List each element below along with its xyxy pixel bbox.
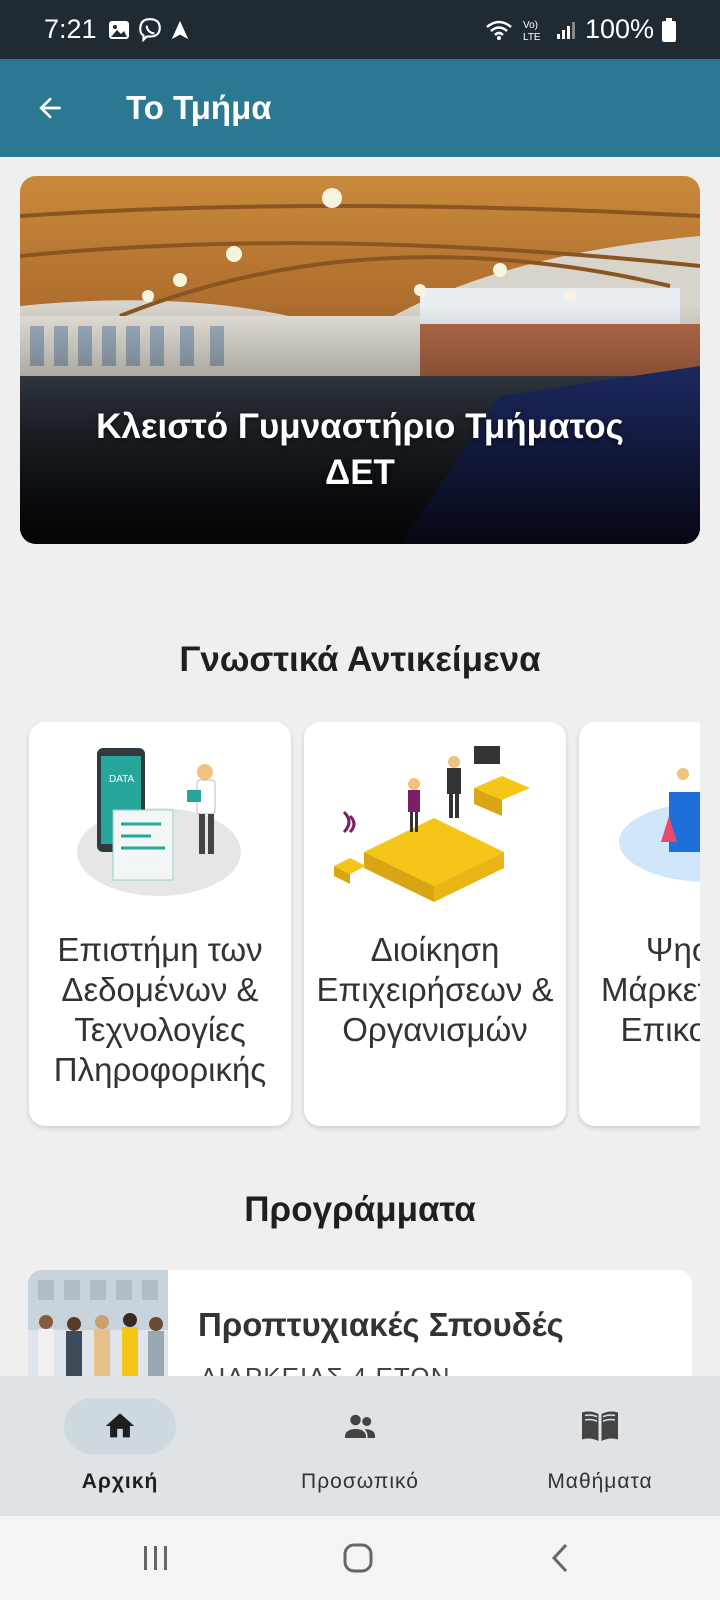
recents-button[interactable]: [126, 1536, 186, 1580]
nav-label-courses: Μαθήματα: [547, 1470, 653, 1493]
nav-home[interactable]: Αρχική: [20, 1398, 220, 1508]
nav-label-home: Αρχική: [81, 1470, 159, 1493]
page-title: Το Τμήμα: [126, 89, 272, 126]
gallery-icon: [108, 20, 129, 39]
programs-title: Προγράμματα: [244, 1190, 476, 1229]
recents-icon: [144, 1546, 167, 1570]
system-back-button[interactable]: [530, 1536, 590, 1580]
marketing-illustration: [619, 768, 700, 882]
battery-percent: 100%: [584, 14, 654, 44]
back-chevron-icon: [551, 1543, 568, 1573]
bottom-navigation: Αρχική Προσωπικό Μαθήματα: [0, 1376, 720, 1516]
data-badge: DATA: [109, 774, 135, 785]
nav-courses[interactable]: Μαθήματα: [500, 1398, 700, 1508]
home-circle-icon: [343, 1543, 373, 1573]
subject-card-marketing[interactable]: Ψηφιακό Μάρκετινγκ και Επικοινωνία: [579, 722, 700, 1126]
battery-icon: [662, 17, 676, 42]
home-icon: [105, 1413, 135, 1438]
viber-icon: [138, 17, 161, 42]
subject-card-business[interactable]: Διοίκηση Επιχειρήσεων & Οργανισμών: [304, 722, 566, 1126]
app-bar: Το Τμήμα: [0, 59, 720, 157]
svg-text:Vo): Vo): [523, 20, 538, 31]
back-button[interactable]: [22, 80, 78, 136]
system-home-button[interactable]: [328, 1536, 388, 1580]
business-illustration: [334, 746, 530, 902]
program-card-undergraduate[interactable]: Προπτυχιακές Σπουδές ΔΙΑΡΚΕΙΑΣ 4 ΕΤΩΝ: [28, 1270, 692, 1380]
status-bar: 7:21 Vo) LTE 100%: [0, 0, 720, 59]
navigation-icon: [171, 20, 188, 39]
subject-card-data-science[interactable]: DATA Επιστήμη των Δεδομένων & Τεχνολογίε…: [29, 722, 291, 1126]
people-icon: [345, 1414, 375, 1438]
subjects-title: Γνωστικά Αντικείμενα: [179, 640, 541, 679]
nav-staff[interactable]: Προσωπικό: [260, 1398, 460, 1508]
arrow-left-icon: [39, 97, 61, 119]
status-time: 7:21: [44, 14, 97, 44]
svg-text:LTE: LTE: [523, 32, 541, 43]
data-science-illustration: DATA: [77, 748, 241, 896]
nav-label-staff: Προσωπικό: [301, 1470, 419, 1493]
subject-label: Επιστήμη των Δεδομένων & Τεχνολογίες Πλη…: [53, 931, 267, 1088]
wifi-icon: [486, 20, 512, 40]
subject-label: Ψηφιακό Μάρκετινγκ και Επικοινωνία: [600, 931, 700, 1048]
book-icon: [582, 1411, 618, 1441]
system-navigation-bar: [0, 1516, 720, 1600]
subject-label: Διοίκηση Επιχειρήσεων & Οργανισμών: [316, 931, 554, 1048]
hero-banner[interactable]: Κλειστό Γυμναστήριο Τμήματος ΔΕΤ: [20, 176, 700, 544]
hero-caption: Κλειστό Γυμναστήριο Τμήματος ΔΕΤ: [96, 407, 624, 492]
signal-icon: [556, 21, 575, 39]
students-photo: [28, 1270, 168, 1380]
subjects-carousel[interactable]: DATA Επιστήμη των Δεδομένων & Τεχνολογίε…: [0, 722, 700, 1132]
program-title: Προπτυχιακές Σπουδές: [198, 1306, 564, 1343]
volte-icon: Vo)LTE: [523, 20, 541, 43]
